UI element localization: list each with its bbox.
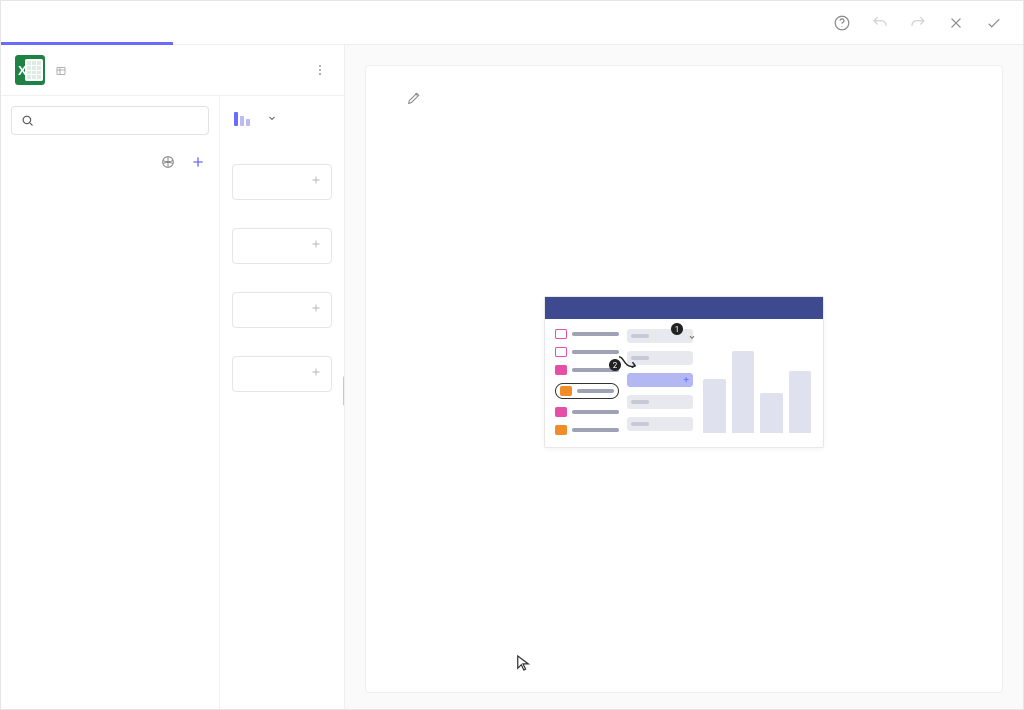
dashboard-canvas: 1 2 (365, 65, 1003, 693)
bucket-values[interactable] (232, 228, 332, 264)
chevron-down-icon (266, 112, 278, 124)
help-icon[interactable] (831, 12, 853, 34)
search-input[interactable] (41, 113, 200, 128)
fields-header (1, 145, 219, 179)
field-list (1, 179, 219, 709)
search-icon (20, 113, 35, 128)
file-sheet (55, 65, 300, 77)
column-chart-icon (234, 110, 250, 126)
excel-icon (15, 55, 45, 85)
add-field-button[interactable] (187, 151, 209, 173)
main-area: 1 2 (345, 45, 1023, 709)
datasource-menu-icon[interactable] (310, 63, 330, 77)
dashboard-title-row (396, 90, 972, 108)
confirm-icon[interactable] (983, 12, 1005, 34)
redo-icon[interactable] (907, 12, 929, 34)
topbar-actions (813, 1, 1023, 44)
tab-data[interactable] (1, 1, 173, 44)
bucket-category[interactable] (232, 292, 332, 328)
empty-state: 1 2 (396, 108, 972, 668)
calculated-field-icon[interactable] (159, 153, 177, 171)
table-icon (55, 65, 67, 77)
fields-search[interactable] (11, 106, 209, 135)
undo-icon[interactable] (869, 12, 891, 34)
left-pane (1, 45, 345, 709)
plus-icon (309, 173, 323, 191)
chart-type-selector[interactable] (232, 96, 332, 136)
topbar (1, 1, 1023, 45)
bucket-label[interactable] (232, 164, 332, 200)
plus-icon (309, 237, 323, 255)
config-column (220, 96, 344, 709)
plus-icon (309, 301, 323, 319)
scrollbar-handle[interactable] (343, 376, 344, 406)
sidebar-tabs (1, 1, 345, 44)
app-root: 1 2 (0, 0, 1024, 710)
empty-state-illustration: 1 2 (544, 296, 824, 448)
datasource-row (1, 45, 344, 96)
edit-title-button[interactable] (406, 90, 424, 108)
bucket-filters[interactable] (232, 356, 332, 392)
close-icon[interactable] (945, 12, 967, 34)
fields-column (1, 96, 220, 709)
plus-icon (309, 365, 323, 383)
tab-settings[interactable] (173, 1, 345, 44)
